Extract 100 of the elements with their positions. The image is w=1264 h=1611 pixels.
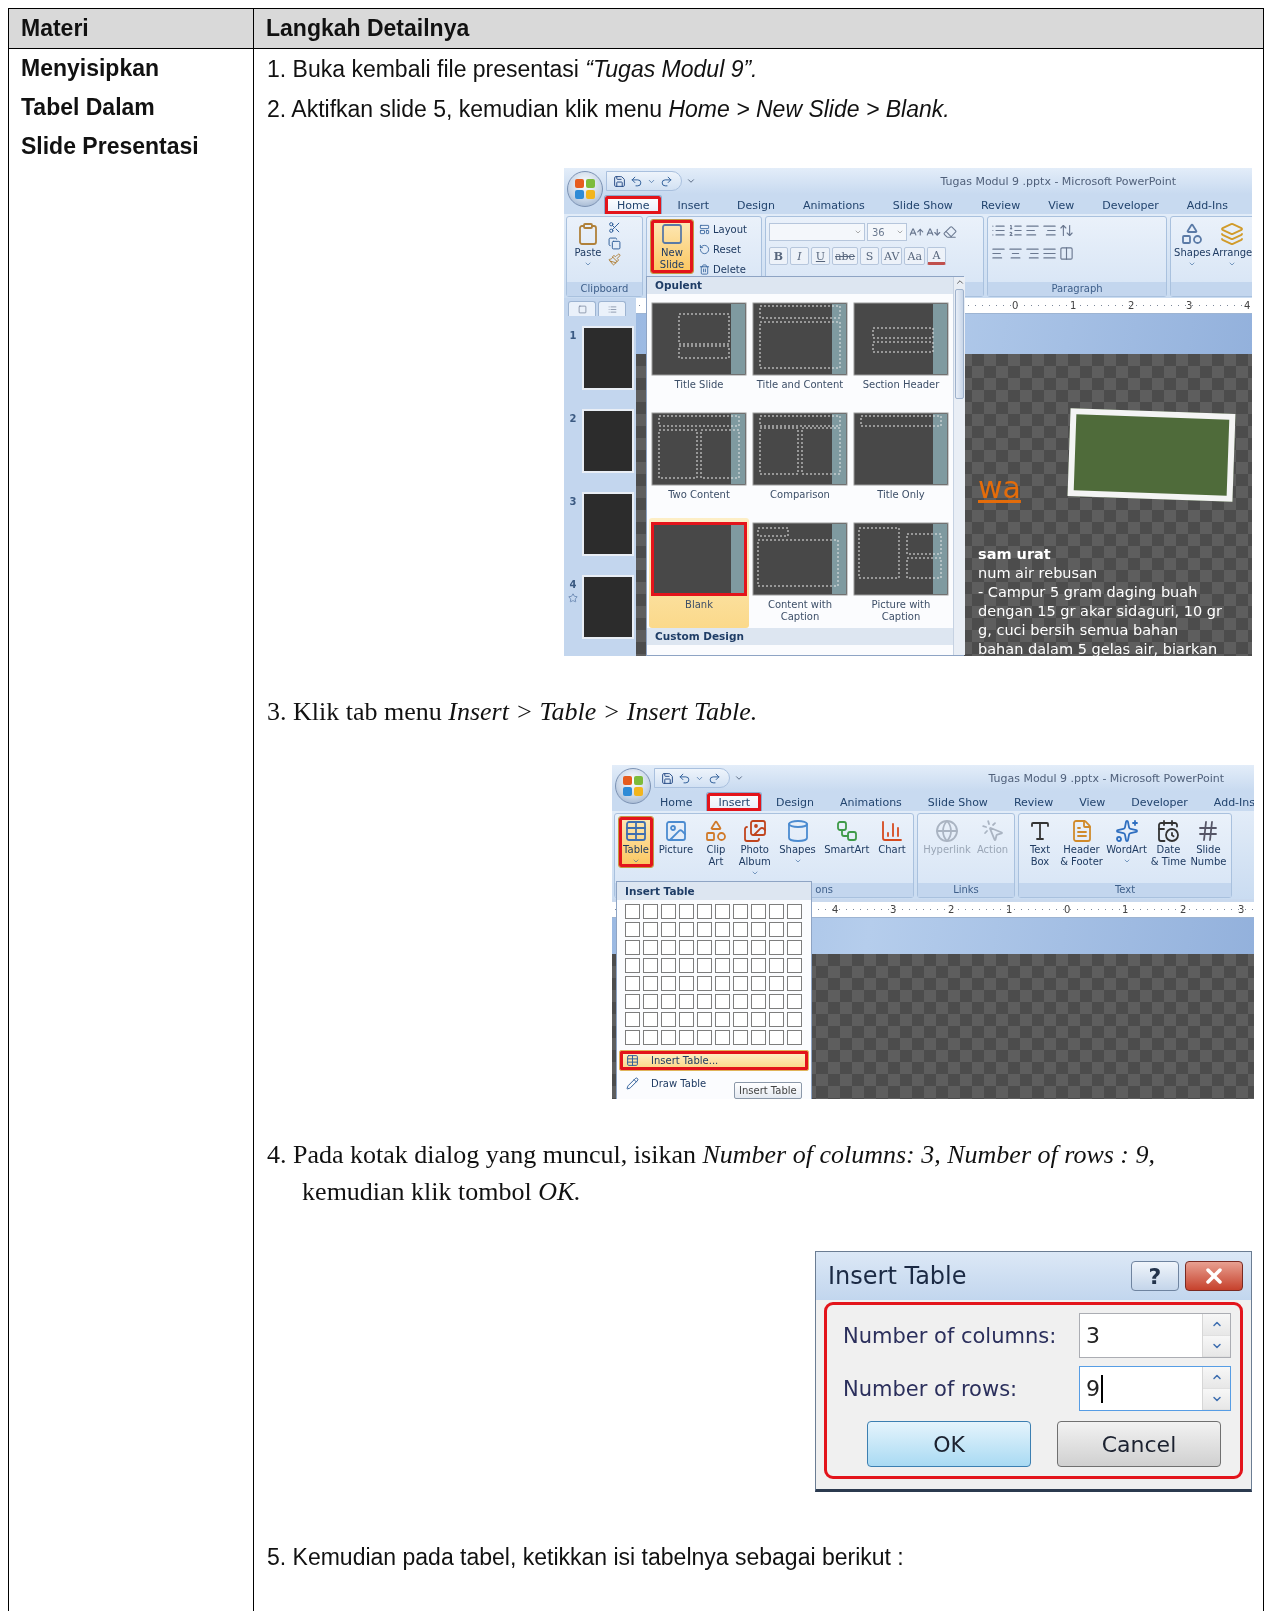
close-button[interactable] <box>1185 1261 1243 1291</box>
paste-button[interactable]: Paste <box>570 219 606 271</box>
scroll-thumb[interactable] <box>955 289 964 399</box>
format-button[interactable]: Aa <box>904 247 925 265</box>
format-button[interactable]: AV <box>881 247 903 265</box>
ribbon-command[interactable]: Reset <box>697 241 749 258</box>
ribbon-button[interactable]: Shapes <box>1174 219 1211 271</box>
bullet-list-icon <box>991 223 1006 238</box>
ribbon-tab[interactable]: Developer <box>1119 792 1200 811</box>
ribbon-tab[interactable]: View <box>1067 792 1118 811</box>
slide-text: num air rebusan <box>978 564 1099 583</box>
ribbon-tab[interactable]: Design <box>764 792 827 811</box>
spin-down-button[interactable] <box>1203 1388 1230 1410</box>
format-button[interactable]: A <box>926 247 946 265</box>
numbered-list-icon <box>1008 223 1023 238</box>
format-button[interactable]: I <box>790 247 809 265</box>
group-label: Links <box>918 883 1014 897</box>
new-slide-button[interactable]: New Slide <box>650 219 694 274</box>
ribbon-tab[interactable]: Home <box>604 195 663 214</box>
shapes-icon <box>1180 222 1205 246</box>
slide-number: 1 <box>569 330 577 341</box>
brush-icon <box>608 253 621 266</box>
layout-option[interactable]: Picture with Caption <box>851 518 951 628</box>
ribbon-button[interactable]: Table <box>618 816 654 868</box>
ribbon-tab[interactable]: Add-Ins <box>1173 195 1242 214</box>
layout-option[interactable]: Title and Content <box>750 298 850 408</box>
copy-icon <box>608 237 621 250</box>
scrollbar[interactable] <box>953 277 965 655</box>
ruler-number: 0 <box>1064 904 1072 915</box>
ribbon-tab[interactable]: Design <box>724 195 789 214</box>
layout-option[interactable]: Content with Caption <box>750 518 850 628</box>
logo-icon <box>574 178 596 200</box>
ruler-number: 1 <box>1070 300 1078 311</box>
logo-icon <box>622 775 644 797</box>
spin-up-button[interactable] <box>1203 1367 1230 1389</box>
layout-option[interactable]: Comparison <box>750 408 850 518</box>
ribbon-button[interactable]: WordArt <box>1105 816 1149 868</box>
ribbon-tab[interactable]: Review <box>1001 792 1066 811</box>
ruler-number: 4 <box>832 904 840 915</box>
ruler-number: 3 <box>890 904 898 915</box>
ribbon-button[interactable]: Photo Album <box>734 816 775 880</box>
ribbon-button[interactable]: Date & Time <box>1149 816 1188 871</box>
slide-text: dengan 15 gr akar sidaguri, 10 gr <box>978 602 1224 621</box>
font-size-field[interactable]: 36 <box>867 223 907 241</box>
globe-icon <box>935 819 960 843</box>
ribbon-tab[interactable]: Animations <box>790 195 878 214</box>
ribbon-tab[interactable]: Insert <box>664 195 723 214</box>
ribbon-tab[interactable]: Insert <box>706 792 763 811</box>
ruler-number: 1 <box>1122 904 1130 915</box>
ribbon-button[interactable]: SmartArt <box>820 816 873 859</box>
ribbon-tab[interactable]: View <box>1035 195 1088 214</box>
layout-option[interactable]: Title Slide <box>649 298 749 408</box>
number-field[interactable]: 3 <box>1079 1313 1231 1358</box>
layout-option[interactable]: Title Only <box>851 408 951 518</box>
menu-item[interactable]: Insert Table... <box>619 1050 809 1071</box>
ribbon-command[interactable]: Layout <box>697 221 749 238</box>
dialog-button[interactable]: Cancel <box>1057 1421 1221 1467</box>
trash-icon <box>699 264 710 275</box>
pane-tab[interactable] <box>568 301 596 316</box>
font-name-field[interactable] <box>769 223 865 241</box>
help-button[interactable]: ? <box>1131 1261 1179 1291</box>
ribbon-tab[interactable]: Developer <box>1089 195 1172 214</box>
ribbon-tab[interactable]: Slide Show <box>915 792 1000 811</box>
format-button[interactable]: S <box>860 247 880 265</box>
slide-thumbnail[interactable] <box>582 409 634 473</box>
layout-option[interactable]: Blank <box>649 518 749 628</box>
ribbon-button[interactable]: Text Box <box>1022 816 1058 871</box>
layout-option[interactable]: Two Content <box>649 408 749 518</box>
layout-option[interactable]: Section Header <box>851 298 951 408</box>
pane-tab[interactable] <box>598 301 626 316</box>
redo-icon <box>708 771 721 785</box>
slide-number: 3 <box>569 496 577 507</box>
spin-down-button[interactable] <box>1203 1335 1230 1357</box>
group-label: Paragraph <box>988 282 1166 296</box>
ribbon-button[interactable]: Picture <box>655 816 697 859</box>
ribbon-button[interactable]: Header & Footer <box>1059 816 1105 871</box>
ribbon-button[interactable]: Shapes <box>775 816 820 868</box>
ribbon-button[interactable]: Arrange <box>1212 219 1252 271</box>
field-label: Number of rows: <box>843 1376 1019 1401</box>
ribbon-tab[interactable]: Review <box>967 195 1034 214</box>
ribbon-tab[interactable]: Home <box>648 792 705 811</box>
spin-up-button[interactable] <box>1203 1314 1230 1336</box>
format-button[interactable]: abe <box>832 247 859 265</box>
ribbon-command[interactable]: Delete <box>697 261 749 278</box>
ribbon-tab[interactable]: Add-Ins <box>1201 792 1254 811</box>
ribbon-button[interactable]: Chart <box>874 816 910 859</box>
dialog-button[interactable]: OK <box>867 1421 1031 1467</box>
slide-thumbnail[interactable] <box>582 492 634 556</box>
format-button[interactable]: B <box>769 247 788 265</box>
slide-thumbnail[interactable] <box>582 326 634 390</box>
step-text: 5. Kemudian pada tabel, ketikkan isi tabelnya sebagai berikut : <box>267 1543 905 1572</box>
caret-icon <box>584 260 592 268</box>
ribbon-button[interactable]: Slide Numbe <box>1188 816 1228 871</box>
ribbon-button[interactable]: Clip Art <box>697 816 734 871</box>
format-button[interactable]: U <box>811 247 830 265</box>
ribbon-tab[interactable]: Slide Show <box>879 195 966 214</box>
slide-thumbnail[interactable] <box>582 575 634 639</box>
ribbon-tab[interactable]: Animations <box>828 792 914 811</box>
number-field[interactable]: 9 <box>1079 1366 1231 1411</box>
ruler-number: 3 <box>1238 904 1246 915</box>
